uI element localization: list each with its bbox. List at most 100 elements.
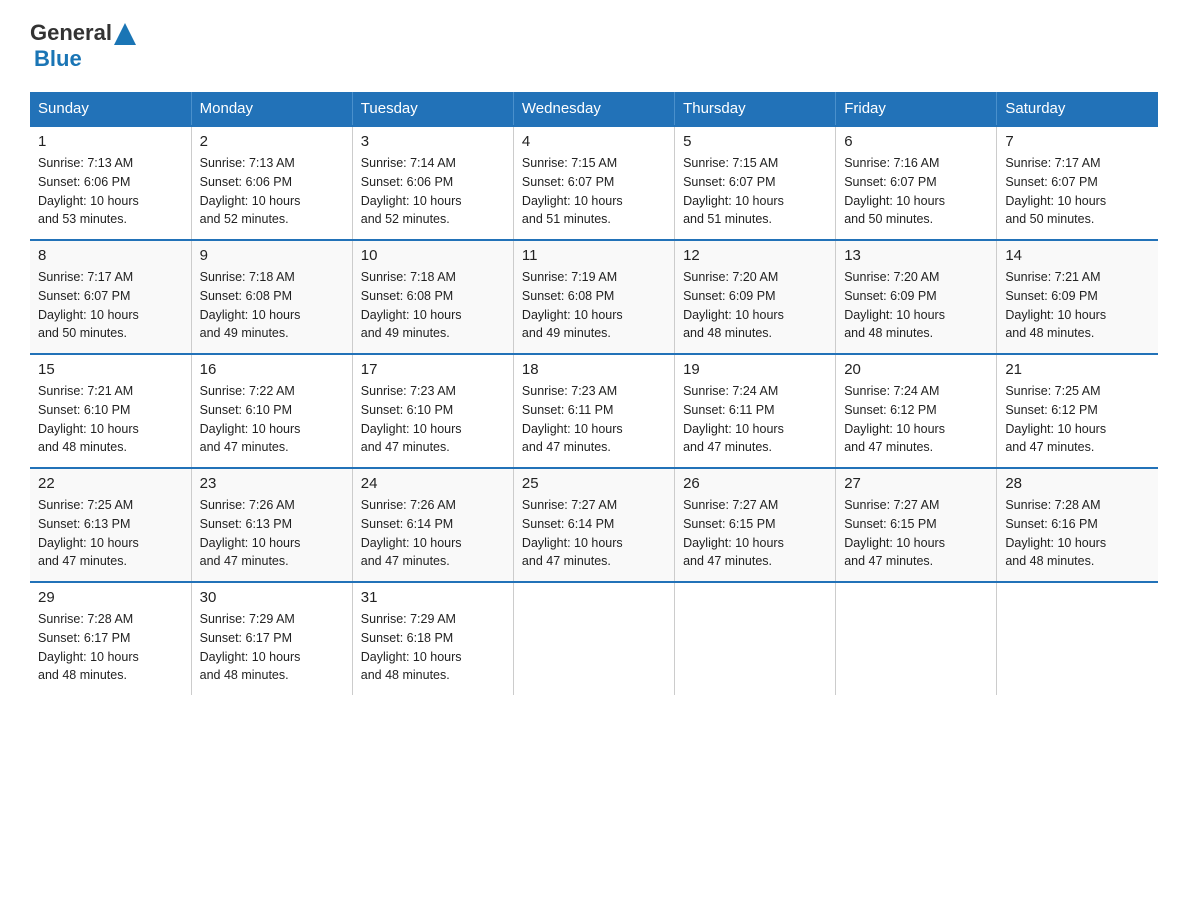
day-number: 18: [522, 361, 666, 378]
calendar-week-row: 8 Sunrise: 7:17 AMSunset: 6:07 PMDaylight…: [30, 240, 1158, 354]
page-header: General Blue: [30, 20, 1158, 72]
day-number: 6: [844, 133, 988, 150]
day-info: Sunrise: 7:23 AMSunset: 6:10 PMDaylight:…: [361, 382, 505, 457]
day-number: 15: [38, 361, 183, 378]
calendar-cell: 19 Sunrise: 7:24 AMSunset: 6:11 PMDayligh…: [675, 354, 836, 468]
calendar-table: Sunday Monday Tuesday Wednesday Thursday…: [30, 92, 1158, 695]
logo-blue-text: Blue: [30, 46, 136, 72]
calendar-cell: 14Sunrise: 7:21 AMSunset: 6:09 PMDayligh…: [997, 240, 1158, 354]
day-number: 13: [844, 247, 988, 264]
calendar-cell: 26 Sunrise: 7:27 AMSunset: 6:15 PMDayligh…: [675, 468, 836, 582]
calendar-cell: 23 Sunrise: 7:26 AMSunset: 6:13 PMDayligh…: [191, 468, 352, 582]
day-info: Sunrise: 7:13 AMSunset: 6:06 PMDaylight:…: [38, 154, 183, 229]
calendar-week-row: 22 Sunrise: 7:25 AMSunset: 6:13 PMDayligh…: [30, 468, 1158, 582]
day-info: Sunrise: 7:22 AMSunset: 6:10 PMDaylight:…: [200, 382, 344, 457]
calendar-cell: 28 Sunrise: 7:28 AMSunset: 6:16 PMDayligh…: [997, 468, 1158, 582]
calendar-cell: 1 Sunrise: 7:13 AMSunset: 6:06 PMDaylight…: [30, 126, 191, 240]
day-number: 8: [38, 247, 183, 264]
day-info: Sunrise: 7:28 AMSunset: 6:16 PMDaylight:…: [1005, 496, 1150, 571]
day-info: Sunrise: 7:15 AMSunset: 6:07 PMDaylight:…: [522, 154, 666, 229]
day-info: Sunrise: 7:24 AMSunset: 6:11 PMDaylight:…: [683, 382, 827, 457]
day-number: 23: [200, 475, 344, 492]
day-number: 19: [683, 361, 827, 378]
day-number: 22: [38, 475, 183, 492]
calendar-cell: 31 Sunrise: 7:29 AMSunset: 6:18 PMDayligh…: [352, 582, 513, 695]
day-info: Sunrise: 7:18 AMSunset: 6:08 PMDaylight:…: [200, 268, 344, 343]
calendar-cell: 7 Sunrise: 7:17 AMSunset: 6:07 PMDaylight…: [997, 126, 1158, 240]
day-info: Sunrise: 7:24 AMSunset: 6:12 PMDaylight:…: [844, 382, 988, 457]
day-info: Sunrise: 7:29 AMSunset: 6:17 PMDaylight:…: [200, 610, 344, 685]
col-wednesday: Wednesday: [513, 92, 674, 126]
calendar-cell: 4 Sunrise: 7:15 AMSunset: 6:07 PMDaylight…: [513, 126, 674, 240]
day-number: 10: [361, 247, 505, 264]
col-sunday: Sunday: [30, 92, 191, 126]
day-info: Sunrise: 7:13 AMSunset: 6:06 PMDaylight:…: [200, 154, 344, 229]
day-info: Sunrise: 7:27 AMSunset: 6:14 PMDaylight:…: [522, 496, 666, 571]
day-number: 4: [522, 133, 666, 150]
day-info: Sunrise: 7:26 AMSunset: 6:14 PMDaylight:…: [361, 496, 505, 571]
day-info: Sunrise: 7:20 AMSunset: 6:09 PMDaylight:…: [844, 268, 988, 343]
day-info: Sunrise: 7:18 AMSunset: 6:08 PMDaylight:…: [361, 268, 505, 343]
day-info: Sunrise: 7:15 AMSunset: 6:07 PMDaylight:…: [683, 154, 827, 229]
day-info: Sunrise: 7:17 AMSunset: 6:07 PMDaylight:…: [38, 268, 183, 343]
day-number: 11: [522, 247, 666, 264]
calendar-cell: 25 Sunrise: 7:27 AMSunset: 6:14 PMDayligh…: [513, 468, 674, 582]
calendar-cell: 5 Sunrise: 7:15 AMSunset: 6:07 PMDaylight…: [675, 126, 836, 240]
col-monday: Monday: [191, 92, 352, 126]
day-info: Sunrise: 7:27 AMSunset: 6:15 PMDaylight:…: [683, 496, 827, 571]
calendar-cell: 2 Sunrise: 7:13 AMSunset: 6:06 PMDaylight…: [191, 126, 352, 240]
day-number: 27: [844, 475, 988, 492]
day-number: 25: [522, 475, 666, 492]
day-number: 2: [200, 133, 344, 150]
calendar-cell: 13 Sunrise: 7:20 AMSunset: 6:09 PMDayligh…: [836, 240, 997, 354]
col-tuesday: Tuesday: [352, 92, 513, 126]
calendar-cell: 30 Sunrise: 7:29 AMSunset: 6:17 PMDayligh…: [191, 582, 352, 695]
col-friday: Friday: [836, 92, 997, 126]
calendar-cell: 29Sunrise: 7:28 AMSunset: 6:17 PMDayligh…: [30, 582, 191, 695]
calendar-cell: 21Sunrise: 7:25 AMSunset: 6:12 PMDayligh…: [997, 354, 1158, 468]
calendar-cell: [836, 582, 997, 695]
day-number: 3: [361, 133, 505, 150]
day-number: 7: [1005, 133, 1150, 150]
calendar-cell: 16 Sunrise: 7:22 AMSunset: 6:10 PMDayligh…: [191, 354, 352, 468]
day-info: Sunrise: 7:27 AMSunset: 6:15 PMDaylight:…: [844, 496, 988, 571]
logo-arrow-icon: [114, 23, 136, 45]
day-number: 17: [361, 361, 505, 378]
day-info: Sunrise: 7:26 AMSunset: 6:13 PMDaylight:…: [200, 496, 344, 571]
col-saturday: Saturday: [997, 92, 1158, 126]
calendar-cell: 6 Sunrise: 7:16 AMSunset: 6:07 PMDaylight…: [836, 126, 997, 240]
calendar-header-row: Sunday Monday Tuesday Wednesday Thursday…: [30, 92, 1158, 126]
calendar-week-row: 15 Sunrise: 7:21 AMSunset: 6:10 PMDayligh…: [30, 354, 1158, 468]
day-number: 1: [38, 133, 183, 150]
day-number: 20: [844, 361, 988, 378]
calendar-cell: [997, 582, 1158, 695]
day-number: 26: [683, 475, 827, 492]
day-info: Sunrise: 7:16 AMSunset: 6:07 PMDaylight:…: [844, 154, 988, 229]
calendar-cell: 15 Sunrise: 7:21 AMSunset: 6:10 PMDayligh…: [30, 354, 191, 468]
day-number: 28: [1005, 475, 1150, 492]
day-info: Sunrise: 7:29 AMSunset: 6:18 PMDaylight:…: [361, 610, 505, 685]
logo-general-text: General: [30, 20, 112, 46]
calendar-cell: 12Sunrise: 7:20 AMSunset: 6:09 PMDayligh…: [675, 240, 836, 354]
logo: General Blue: [30, 20, 136, 72]
calendar-cell: 22 Sunrise: 7:25 AMSunset: 6:13 PMDayligh…: [30, 468, 191, 582]
day-number: 9: [200, 247, 344, 264]
calendar-cell: 20 Sunrise: 7:24 AMSunset: 6:12 PMDayligh…: [836, 354, 997, 468]
day-info: Sunrise: 7:20 AMSunset: 6:09 PMDaylight:…: [683, 268, 827, 343]
day-info: Sunrise: 7:21 AMSunset: 6:10 PMDaylight:…: [38, 382, 183, 457]
calendar-cell: 18 Sunrise: 7:23 AMSunset: 6:11 PMDayligh…: [513, 354, 674, 468]
day-number: 29: [38, 589, 183, 606]
day-number: 30: [200, 589, 344, 606]
day-info: Sunrise: 7:17 AMSunset: 6:07 PMDaylight:…: [1005, 154, 1150, 229]
day-number: 16: [200, 361, 344, 378]
day-number: 31: [361, 589, 505, 606]
calendar-cell: 17 Sunrise: 7:23 AMSunset: 6:10 PMDayligh…: [352, 354, 513, 468]
calendar-cell: 8 Sunrise: 7:17 AMSunset: 6:07 PMDaylight…: [30, 240, 191, 354]
day-info: Sunrise: 7:14 AMSunset: 6:06 PMDaylight:…: [361, 154, 505, 229]
day-number: 5: [683, 133, 827, 150]
day-info: Sunrise: 7:25 AMSunset: 6:12 PMDaylight:…: [1005, 382, 1150, 457]
calendar-cell: 9 Sunrise: 7:18 AMSunset: 6:08 PMDaylight…: [191, 240, 352, 354]
day-info: Sunrise: 7:23 AMSunset: 6:11 PMDaylight:…: [522, 382, 666, 457]
day-info: Sunrise: 7:25 AMSunset: 6:13 PMDaylight:…: [38, 496, 183, 571]
calendar-cell: 24Sunrise: 7:26 AMSunset: 6:14 PMDayligh…: [352, 468, 513, 582]
